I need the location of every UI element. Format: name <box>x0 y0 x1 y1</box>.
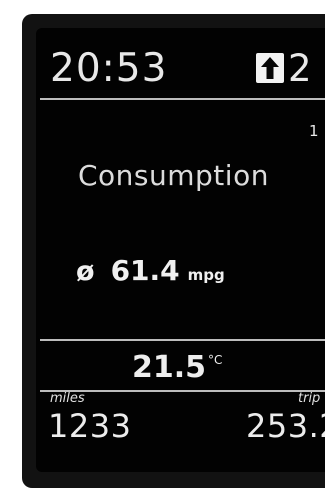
trip-value: 253.2 <box>246 407 325 445</box>
average-consumption: ø 61.4 mpg <box>76 254 225 287</box>
temperature-divider-top <box>40 339 325 341</box>
average-value: 61.4 <box>110 254 180 287</box>
recommended-gear: 2 <box>288 46 312 90</box>
trip-label: trip <box>298 391 321 406</box>
screen-title: Consumption <box>78 159 269 192</box>
odometer-label: miles <box>50 391 85 406</box>
average-symbol: ø <box>76 256 95 287</box>
header-divider <box>40 98 325 100</box>
clock: 20:53 <box>50 46 168 91</box>
outside-temperature: 21.5 °C <box>132 350 222 385</box>
temperature-value: 21.5 <box>132 350 207 385</box>
temperature-unit: °C <box>208 353 223 367</box>
up-arrow-icon <box>256 53 284 83</box>
instrument-display: 20:53 2 1 Consumption ø 61.4 mpg 21.5 °C… <box>36 28 325 472</box>
average-unit: mpg <box>187 266 225 284</box>
page-indicator: 1 <box>309 122 319 140</box>
gear-recommendation: 2 <box>256 46 312 90</box>
odometer-value: 1233 <box>48 407 132 445</box>
